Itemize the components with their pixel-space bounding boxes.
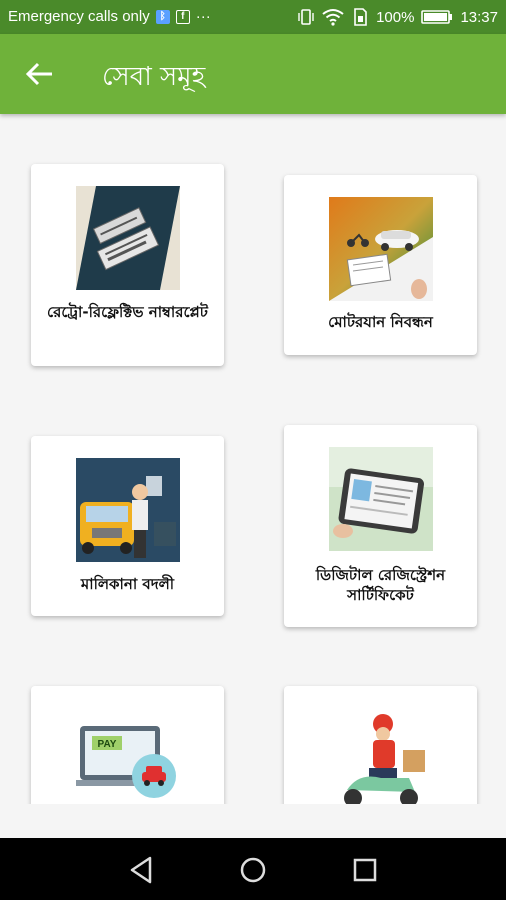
- service-label: মোটরযান নিবন্ধন: [328, 313, 433, 331]
- service-card-retro-numberplate[interactable]: রেট্রো-রিফ্লেক্টিভ নাম্বারপ্লেট: [31, 164, 224, 366]
- pay-text: PAY: [97, 739, 116, 750]
- ownership-transfer-icon: [75, 458, 180, 562]
- app-bar: সেবা সমূহ: [0, 34, 506, 114]
- vibrate-icon: [298, 9, 314, 25]
- service-card-delivery[interactable]: [284, 686, 477, 804]
- battery-percent: 100%: [376, 8, 415, 26]
- wifi-icon: [322, 9, 344, 26]
- bottom-spacer: [0, 804, 506, 838]
- service-card-digital-registration-certificate[interactable]: ডিজিটাল রেজিস্ট্রেশন সার্টিফিকেট: [284, 425, 477, 627]
- delivery-icon: [328, 710, 433, 804]
- nav-home-icon[interactable]: [233, 850, 273, 890]
- status-right: 100% 13:37: [297, 8, 498, 26]
- back-arrow-icon[interactable]: [22, 56, 58, 92]
- battery-icon: [421, 10, 453, 24]
- vehicle-registration-icon: [328, 197, 433, 301]
- service-card-vehicle-registration[interactable]: মোটরযান নিবন্ধন: [284, 175, 477, 355]
- nav-recents-icon[interactable]: [345, 850, 385, 890]
- facebook-notification-icon: f: [175, 9, 190, 24]
- carrier-text: Emergency calls only: [8, 8, 150, 25]
- status-bar: Emergency calls only ᛒ f ··· 100% 13:37: [0, 0, 506, 34]
- clock-time: 13:37: [460, 8, 498, 26]
- bluetooth-notification-icon: ᛒ: [155, 9, 170, 24]
- services-grid: রেট্রো-রিফ্লেক্টিভ নাম্বারপ্লেট মোটরযান …: [0, 114, 506, 804]
- online-payment-icon: PAY: [75, 710, 180, 804]
- more-notifications-icon: ···: [195, 8, 211, 25]
- nav-back-icon[interactable]: [122, 850, 162, 890]
- page-title: সেবা সমূহ: [102, 62, 206, 92]
- service-label: রেট্রো-রিফ্লেক্টিভ নাম্বারপ্লেট: [47, 303, 208, 321]
- retro-numberplate-icon: [75, 186, 180, 290]
- status-left: Emergency calls only ᛒ f ···: [8, 8, 211, 25]
- system-nav-bar: [0, 838, 506, 900]
- service-label: ডিজিটাল রেজিস্ট্রেশন সার্টিফিকেট: [315, 566, 446, 604]
- service-card-ownership-transfer[interactable]: মালিকানা বদলী: [31, 436, 224, 616]
- sim-icon: [354, 8, 367, 26]
- service-card-online-payment[interactable]: PAY: [31, 686, 224, 804]
- service-label: মালিকানা বদলী: [80, 575, 175, 593]
- digital-registration-certificate-icon: [328, 447, 433, 551]
